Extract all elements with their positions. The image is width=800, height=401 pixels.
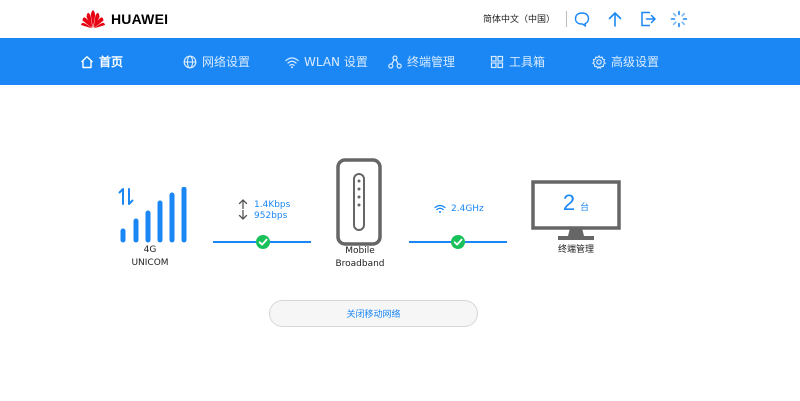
device-management-label[interactable]: 终端管理 bbox=[541, 244, 611, 257]
nav-device-management[interactable]: 终端管理 bbox=[388, 38, 455, 85]
network-icon bbox=[388, 54, 402, 69]
grid-icon bbox=[490, 55, 504, 68]
chat-icon[interactable] bbox=[573, 10, 591, 28]
nav-wlan-settings-label: WLAN 设置 bbox=[304, 55, 368, 69]
huawei-flower-icon bbox=[81, 10, 105, 29]
header-divider bbox=[566, 11, 567, 27]
signal-strength-icon bbox=[118, 187, 187, 243]
main-nav: 首页 网络设置 WLAN 设置 终端管理 工具箱 高级设置 bbox=[0, 38, 800, 85]
device-count-unit: 台 bbox=[580, 203, 590, 213]
nav-network-settings[interactable]: 网络设置 bbox=[183, 38, 250, 85]
wifi-small-icon bbox=[434, 204, 446, 213]
wan-connected-check-icon bbox=[256, 235, 270, 249]
home-icon bbox=[81, 55, 93, 68]
wifi-band-label: 2.4GHz bbox=[451, 204, 484, 214]
language-selector[interactable]: 简体中文（中国） bbox=[483, 12, 555, 25]
toggle-mobile-data-button[interactable]: 关闭移动网络 bbox=[269, 300, 478, 327]
device-count-display[interactable]: 2 台 bbox=[531, 190, 621, 216]
nav-toolbox-label: 工具箱 bbox=[509, 55, 546, 69]
logout-icon[interactable] bbox=[639, 10, 657, 28]
router-device-icon bbox=[336, 158, 382, 246]
nav-device-management-label: 终端管理 bbox=[407, 55, 456, 69]
top-bar: HUAWEI 简体中文（中国） bbox=[0, 0, 800, 38]
brand-name: HUAWEI bbox=[111, 11, 169, 27]
nav-wlan-settings[interactable]: WLAN 设置 bbox=[285, 38, 368, 85]
device-label: Mobile Broadband bbox=[335, 246, 385, 269]
lan-connected-check-icon bbox=[451, 235, 465, 249]
carrier-label: UNICOM bbox=[131, 258, 169, 268]
nav-network-settings-label: 网络设置 bbox=[202, 55, 251, 69]
network-type-label: 4G bbox=[143, 245, 157, 255]
nav-home-label: 首页 bbox=[99, 55, 124, 69]
loading-icon bbox=[670, 10, 688, 28]
globe-icon bbox=[183, 55, 197, 68]
huawei-logo: HUAWEI bbox=[80, 9, 168, 29]
gear-icon bbox=[592, 54, 606, 69]
connection-status-diagram: 4G UNICOM 1.4Kbps 952bps Mobile Broadban… bbox=[0, 85, 800, 401]
nav-toolbox[interactable]: 工具箱 bbox=[490, 38, 545, 85]
device-count: 2 bbox=[562, 190, 576, 215]
upload-icon[interactable] bbox=[606, 10, 624, 28]
wifi-icon bbox=[285, 56, 299, 68]
download-rate: 952bps bbox=[254, 211, 288, 221]
nav-advanced-settings-label: 高级设置 bbox=[611, 55, 660, 69]
nav-advanced-settings[interactable]: 高级设置 bbox=[592, 38, 659, 85]
upload-arrow-icon bbox=[238, 199, 248, 209]
nav-home[interactable]: 首页 bbox=[80, 38, 123, 85]
download-arrow-icon bbox=[238, 210, 248, 220]
